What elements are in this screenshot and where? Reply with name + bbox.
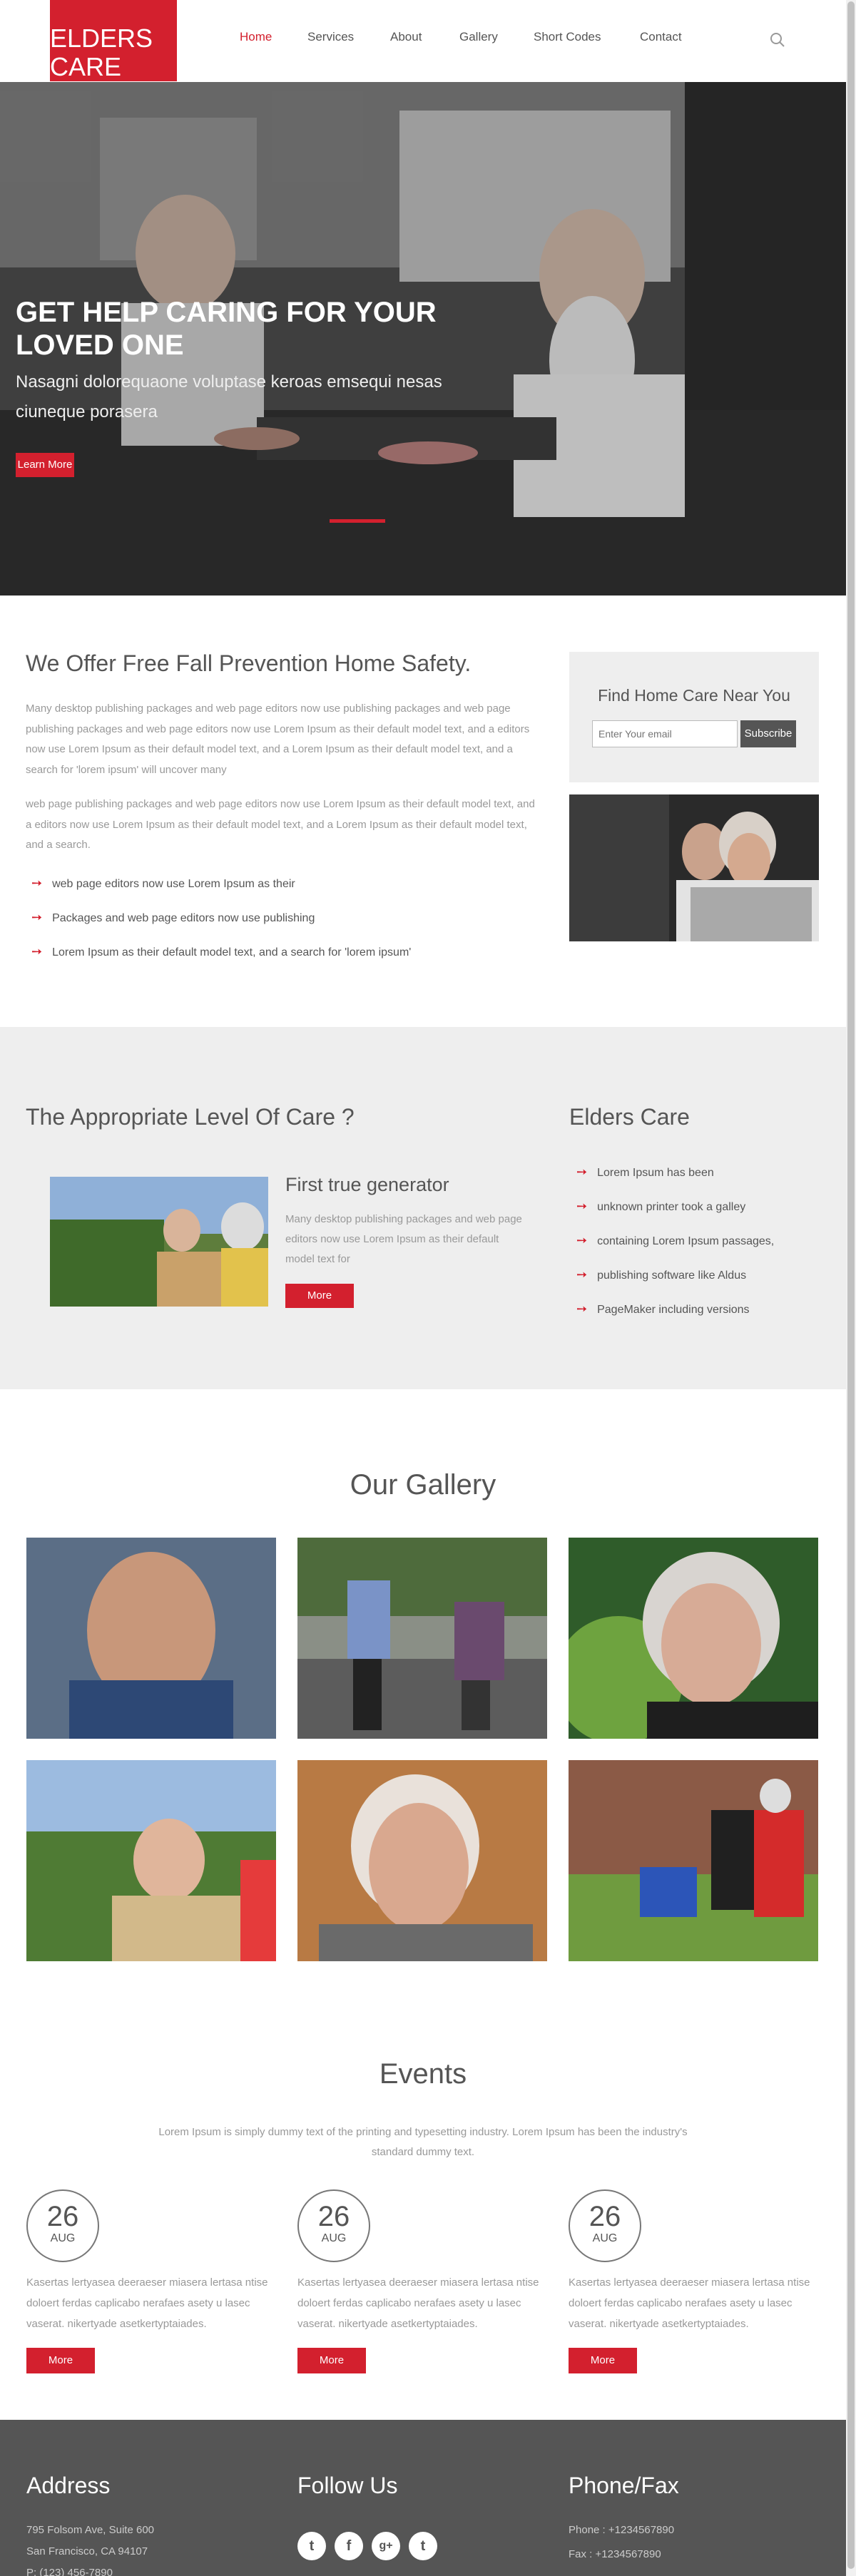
event-date-badge: 26 AUG	[26, 2189, 99, 2262]
find-care-box: Find Home Care Near You Subscribe	[569, 652, 819, 782]
event-more-button[interactable]: More	[569, 2348, 637, 2373]
logo-line2: CARE	[50, 52, 122, 81]
tumblr-icon[interactable]: t	[409, 2532, 437, 2560]
address-title: Address	[26, 2473, 111, 2498]
facebook-icon[interactable]: f	[335, 2532, 363, 2560]
event-month: AUG	[592, 2232, 618, 2244]
event-month: AUG	[321, 2232, 347, 2244]
care-section: The Appropriate Level Of Care ? First tr…	[0, 1027, 846, 1389]
event-day: 26	[588, 2201, 621, 2232]
gallery-image[interactable]	[297, 1760, 547, 1961]
address-line: P: (123) 456-7890	[26, 2567, 113, 2576]
site-footer: Address 795 Folsom Ave, Suite 600 San Fr…	[0, 2420, 846, 2576]
event-text: Kasertas lertyasea deeraeser miasera ler…	[26, 2276, 268, 2330]
offer-title: We Offer Free Fall Prevention Home Safet…	[26, 650, 472, 676]
learn-more-button[interactable]: Learn More	[16, 453, 74, 477]
care-photo	[50, 1177, 268, 1307]
offer-bullet: ➙ Lorem Ipsum as their default model text…	[31, 944, 412, 959]
arrow-right-icon: ➙	[576, 1302, 588, 1316]
fax-number: Fax : +1234567890	[569, 2548, 661, 2560]
elders-list-item: ➙ publishing software like Aldus	[576, 1267, 747, 1282]
address-line: San Francisco, CA 94107	[26, 2545, 148, 2557]
event-date-badge: 26 AUG	[297, 2189, 370, 2262]
nav-gallery[interactable]: Gallery	[459, 30, 498, 44]
event-day: 26	[46, 2201, 79, 2232]
nav-contact[interactable]: Contact	[640, 30, 682, 44]
subscribe-button[interactable]: Subscribe	[740, 720, 796, 747]
event-month: AUG	[50, 2232, 76, 2244]
event-text: Kasertas lertyasea deeraeser miasera ler…	[569, 2276, 810, 2330]
elders-list-item: ➙ Lorem Ipsum has been	[576, 1165, 714, 1179]
event-more-button[interactable]: More	[26, 2348, 95, 2373]
email-field[interactable]	[592, 720, 738, 747]
elders-care-title: Elders Care	[569, 1104, 690, 1130]
event-more-button[interactable]: More	[297, 2348, 366, 2373]
nav-short-codes[interactable]: Short Codes	[534, 30, 601, 44]
search-icon[interactable]	[769, 31, 786, 48]
event-text: Kasertas lertyasea deeraeser miasera ler…	[297, 2276, 539, 2330]
gallery-image[interactable]	[569, 1538, 818, 1739]
offer-bullet: ➙ web page editors now use Lorem Ipsum as…	[31, 876, 295, 890]
events-subtitle: Lorem Ipsum is simply dummy text of the …	[158, 2126, 688, 2158]
gallery-title: Our Gallery	[350, 1469, 496, 1501]
arrow-right-icon: ➙	[31, 944, 43, 959]
elders-list-item: ➙ PageMaker including versions	[576, 1302, 750, 1316]
arrow-right-icon: ➙	[576, 1165, 588, 1179]
care-subtitle: First true generator	[285, 1174, 449, 1195]
events-title: Events	[379, 2058, 467, 2090]
gallery-image[interactable]	[26, 1760, 276, 1961]
offer-bullet: ➙ Packages and web page editors now use p…	[31, 910, 315, 924]
hero-title: GET HELP CARING FOR YOUR LOVED ONE	[16, 297, 437, 361]
address-line: 795 Folsom Ave, Suite 600	[26, 2524, 155, 2536]
find-care-title: Find Home Care Near You	[598, 686, 790, 705]
follow-title: Follow Us	[297, 2473, 398, 2498]
slider-indicator[interactable]	[330, 519, 385, 523]
care-more-button[interactable]: More	[285, 1284, 354, 1308]
offer-paragraph-2: web page publishing packages and web pag…	[26, 798, 535, 851]
site-logo[interactable]: ELDERS CARE	[50, 0, 177, 81]
elders-list-item: ➙ unknown printer took a galley	[576, 1199, 746, 1213]
google-plus-icon[interactable]: g+	[372, 2532, 400, 2560]
arrow-right-icon: ➙	[576, 1267, 588, 1282]
event-day: 26	[317, 2201, 350, 2232]
gallery-image[interactable]	[569, 1760, 818, 1961]
care-text: Many desktop publishing packages and web…	[285, 1213, 522, 1265]
nav-about[interactable]: About	[390, 30, 422, 44]
hero-subtitle: Nasagni dolorequaone voluptase keroas em…	[16, 372, 442, 421]
elderly-women-photo	[569, 794, 819, 941]
hero-banner: GET HELP CARING FOR YOUR LOVED ONE Nasag…	[0, 82, 846, 596]
gallery-image[interactable]	[26, 1538, 276, 1739]
arrow-right-icon: ➙	[31, 910, 43, 924]
phone-title: Phone/Fax	[569, 2473, 679, 2498]
scrollbar-thumb[interactable]	[847, 1, 855, 2569]
nav-services[interactable]: Services	[307, 30, 354, 44]
care-title: The Appropriate Level Of Care ?	[26, 1104, 355, 1130]
nav-home[interactable]: Home	[240, 30, 272, 44]
phone-number: Phone : +1234567890	[569, 2524, 675, 2536]
event-date-badge: 26 AUG	[569, 2189, 641, 2262]
arrow-right-icon: ➙	[576, 1199, 588, 1213]
arrow-right-icon: ➙	[576, 1233, 588, 1247]
twitter-icon[interactable]: t	[297, 2532, 326, 2560]
offer-paragraph-1: Many desktop publishing packages and web…	[26, 702, 530, 776]
elders-list-item: ➙ containing Lorem Ipsum passages,	[576, 1233, 775, 1247]
gallery-image[interactable]	[297, 1538, 547, 1739]
logo-line1: ELDERS	[50, 24, 153, 53]
arrow-right-icon: ➙	[31, 876, 43, 890]
site-header: ELDERS CARE Home Services About Gallery …	[0, 0, 846, 82]
